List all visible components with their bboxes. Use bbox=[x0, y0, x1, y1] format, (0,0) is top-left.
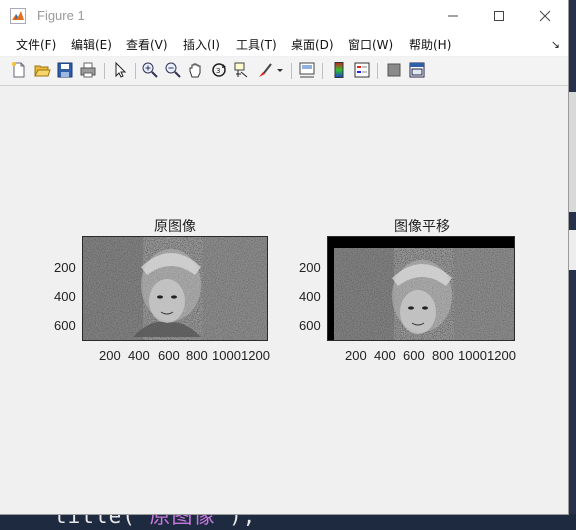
link-plot-icon[interactable] bbox=[298, 61, 316, 79]
menu-view[interactable]: 查看(V) bbox=[126, 36, 168, 53]
pointer-icon[interactable] bbox=[111, 61, 129, 79]
menu-help[interactable]: 帮助(H) bbox=[409, 36, 451, 53]
maximize-icon bbox=[494, 11, 504, 21]
plot-1-ytick: 400 bbox=[54, 289, 76, 304]
plot-2-ytick: 600 bbox=[299, 318, 321, 333]
plot-2-axes[interactable] bbox=[327, 236, 515, 341]
translated-image bbox=[328, 237, 514, 340]
menu-edit[interactable]: 编辑(E) bbox=[71, 36, 112, 53]
plot-2-title: 图像平移 bbox=[394, 219, 450, 235]
zoom-in-icon[interactable] bbox=[141, 61, 159, 79]
legend-icon[interactable] bbox=[353, 61, 371, 79]
pan-hand-icon[interactable] bbox=[187, 61, 205, 79]
plot-1-ytick: 200 bbox=[54, 260, 76, 275]
toolbar-separator bbox=[291, 63, 292, 79]
plot-2-xtick: 1200 bbox=[487, 348, 516, 363]
brush-icon[interactable] bbox=[256, 61, 274, 79]
hide-plot-tools-icon[interactable] bbox=[385, 61, 403, 79]
title-bar[interactable]: Figure 1 bbox=[0, 0, 568, 32]
svg-text:3: 3 bbox=[216, 67, 220, 75]
show-plot-tools-icon[interactable] bbox=[408, 61, 426, 79]
background-panel bbox=[568, 230, 576, 270]
plot-1-title: 原图像 bbox=[154, 219, 196, 235]
rotate-3d-icon[interactable]: 3 bbox=[210, 61, 228, 79]
plot-2-xtick: 200 bbox=[345, 348, 367, 363]
dock-arrow-icon[interactable]: ↘ bbox=[551, 38, 560, 51]
zoom-out-icon[interactable] bbox=[164, 61, 182, 79]
original-image bbox=[83, 237, 267, 340]
menu-tools[interactable]: 工具(T) bbox=[236, 36, 277, 53]
maximize-button[interactable] bbox=[476, 0, 522, 32]
plot-1-xtick: 600 bbox=[158, 348, 180, 363]
toolbar-separator bbox=[322, 63, 323, 79]
new-figure-icon[interactable] bbox=[10, 61, 28, 79]
close-button[interactable] bbox=[522, 0, 568, 32]
plot-1-xtick: 800 bbox=[186, 348, 208, 363]
plot-1-ytick: 600 bbox=[54, 318, 76, 333]
matlab-logo-icon bbox=[10, 8, 26, 24]
menu-file[interactable]: 文件(F) bbox=[16, 36, 56, 53]
close-icon bbox=[539, 10, 551, 22]
menu-bar: 文件(F) 编辑(E) 查看(V) 插入(I) 工具(T) 桌面(D) 窗口(W… bbox=[0, 32, 568, 56]
background-editor-edge bbox=[568, 0, 576, 514]
menu-insert[interactable]: 插入(I) bbox=[183, 36, 220, 53]
brush-dropdown-icon[interactable] bbox=[276, 61, 284, 79]
plot-2-xtick: 600 bbox=[403, 348, 425, 363]
menu-window[interactable]: 窗口(W) bbox=[348, 36, 393, 53]
plot-2-xtick: 400 bbox=[374, 348, 396, 363]
toolbar-separator bbox=[135, 63, 136, 79]
save-icon[interactable] bbox=[56, 61, 74, 79]
menu-desktop[interactable]: 桌面(D) bbox=[291, 36, 334, 53]
minimize-button[interactable] bbox=[430, 0, 476, 32]
print-icon[interactable] bbox=[79, 61, 97, 79]
plot-2-ytick: 400 bbox=[299, 289, 321, 304]
figure-canvas[interactable]: 原图像 200 400 600 200 400 600 800 1000 120… bbox=[8, 86, 568, 506]
toolbar-separator bbox=[104, 63, 105, 79]
plot-2-ytick: 200 bbox=[299, 260, 321, 275]
window-title: Figure 1 bbox=[37, 8, 85, 23]
data-cursor-icon[interactable] bbox=[233, 61, 251, 79]
plot-1-xtick: 400 bbox=[128, 348, 150, 363]
background-panel bbox=[568, 92, 576, 212]
toolbar-separator bbox=[377, 63, 378, 79]
plot-2-xtick: 1000 bbox=[458, 348, 487, 363]
figure-toolbar: 3 bbox=[0, 57, 568, 86]
plot-1-axes[interactable] bbox=[82, 236, 268, 341]
minimize-icon bbox=[448, 15, 458, 17]
plot-1-xtick: 1000 bbox=[212, 348, 241, 363]
figure-window: Figure 1 文件(F) 编辑(E) 查看(V) 插入(I) 工具(T) 桌… bbox=[0, 0, 568, 514]
plot-1-xtick: 200 bbox=[99, 348, 121, 363]
open-file-icon[interactable] bbox=[33, 61, 51, 79]
plot-2-xtick: 800 bbox=[432, 348, 454, 363]
colorbar-icon[interactable] bbox=[330, 61, 348, 79]
plot-1-xtick: 1200 bbox=[241, 348, 270, 363]
